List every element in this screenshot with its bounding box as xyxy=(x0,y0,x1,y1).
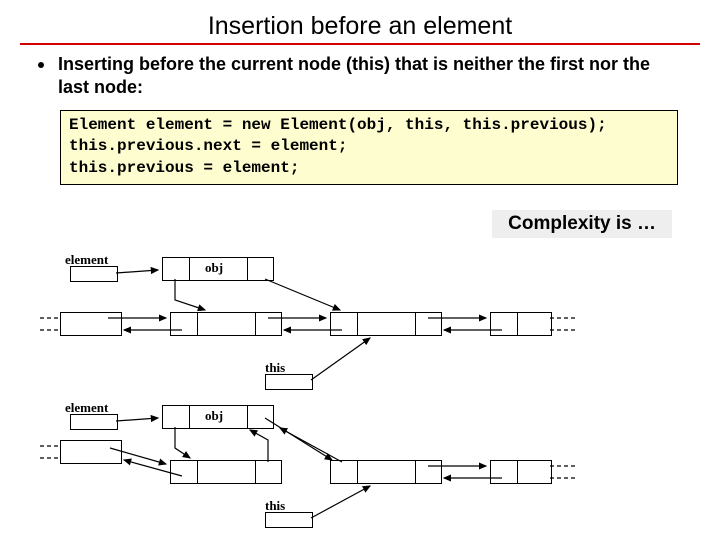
title-underline xyxy=(20,43,700,45)
diagram-arrows xyxy=(70,252,590,402)
slide: Insertion before an element Inserting be… xyxy=(0,0,720,540)
bullet-item: Inserting before the current node (this)… xyxy=(38,53,682,100)
complexity-label: Complexity is … xyxy=(492,210,672,238)
bullet-dot-icon xyxy=(38,62,44,68)
code-line-1: Element element = new Element(obj, this,… xyxy=(69,116,607,134)
bullet-text: Inserting before the current node (this)… xyxy=(58,53,682,100)
code-line-2: this.previous.next = element; xyxy=(69,137,347,155)
code-block: Element element = new Element(obj, this,… xyxy=(60,110,678,185)
bullet-area: Inserting before the current node (this)… xyxy=(0,53,720,100)
code-line-3: this.previous = element; xyxy=(69,159,299,177)
diagram-arrows-2 xyxy=(70,400,590,540)
slide-title: Insertion before an element xyxy=(0,0,720,43)
